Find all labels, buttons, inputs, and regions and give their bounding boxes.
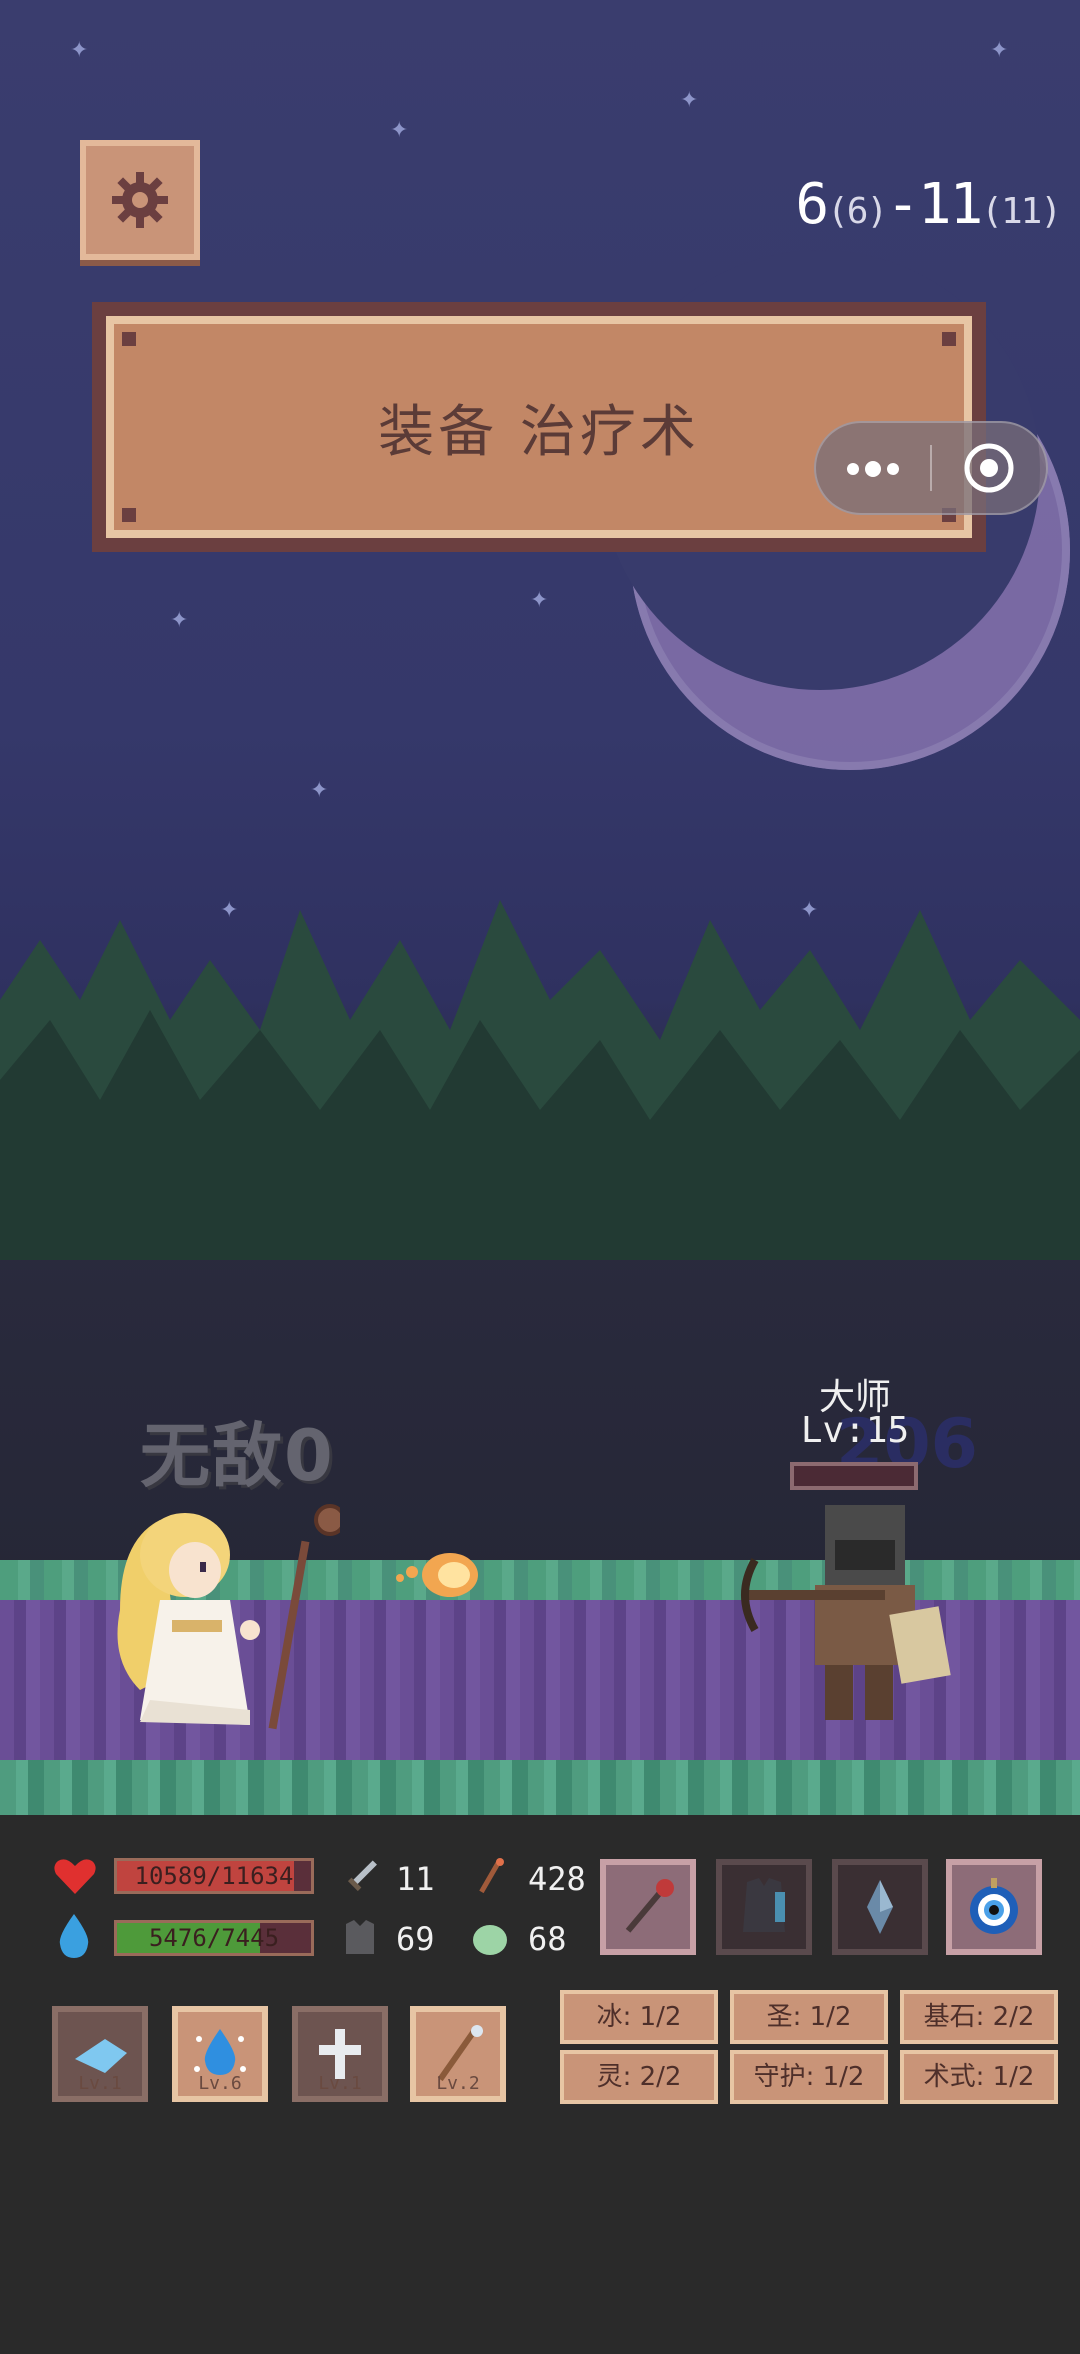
mini-program-capsule <box>814 421 1048 515</box>
star: ✦ <box>170 608 189 633</box>
tag-cornerstone: 基石: 2/2 <box>900 1990 1058 2044</box>
equipment-slot-armor[interactable] <box>716 1859 812 1955</box>
mp-text: 5476/7445 <box>148 1924 280 1952</box>
star: ✦ <box>310 778 329 803</box>
gear-icon <box>112 172 168 228</box>
star: ✦ <box>390 118 409 143</box>
pine-forest <box>0 900 1080 1260</box>
skill-slot-water-drop[interactable]: Lv.6 <box>172 2006 268 2102</box>
amulet-icon <box>970 1878 1018 1934</box>
skill-slot-staff[interactable]: Lv.2 <box>410 2006 506 2102</box>
water-drop-icon <box>59 1914 89 1958</box>
enemy-level: Lv:15 <box>800 1410 910 1451</box>
grass-strip-bottom <box>0 1760 1080 1815</box>
stage-sub: 11 <box>917 172 983 237</box>
skill-level: Lv.1 <box>78 2073 122 2094</box>
enemy-health-bar <box>790 1462 918 1490</box>
armor-icon <box>743 1878 785 1932</box>
star: ✦ <box>990 38 1009 63</box>
skill-level: Lv.2 <box>436 2073 480 2094</box>
mp-bar: 5476/7445 <box>114 1920 314 1956</box>
heart-icon <box>54 1859 96 1894</box>
staff-icon <box>625 1879 674 1933</box>
defense-value: 69 <box>396 1920 435 1958</box>
attack-value: 11 <box>396 1860 435 1898</box>
hp-text: 10589/11634 <box>134 1862 294 1890</box>
stage-indicator: 6(6)-11(11) <box>795 172 1062 237</box>
tag-spellform: 术式: 1/2 <box>900 2050 1058 2104</box>
settings-button[interactable] <box>80 140 200 260</box>
equipment-slot-amulet[interactable] <box>946 1859 1042 1955</box>
slime-orb-icon <box>473 1925 507 1955</box>
more-dots-icon <box>847 461 899 477</box>
stage-sub-sub: (11) <box>981 191 1062 232</box>
tag-guardian: 守护: 1/2 <box>730 2050 888 2104</box>
armor-stat-icon <box>346 1920 374 1954</box>
more-button[interactable] <box>816 448 930 488</box>
tag-spirit: 灵: 2/2 <box>560 2050 718 2104</box>
skill-slot-ice-shard[interactable]: Lv.1 <box>52 2006 148 2102</box>
crossbowman-enemy-sprite <box>741 1505 951 1720</box>
fireball-projectile <box>396 1553 478 1597</box>
equipment-slot-staff[interactable] <box>600 1859 696 1955</box>
stage-main-sub: (6) <box>827 191 888 232</box>
hp-bar: 10589/11634 <box>114 1858 314 1894</box>
magic-defense-value: 68 <box>528 1920 567 1958</box>
banner-text: 装备 治疗术 <box>378 399 700 465</box>
wand-icon <box>479 1858 504 1894</box>
tag-ice: 冰: 1/2 <box>560 1990 718 2044</box>
magic-attack-value: 428 <box>528 1860 586 1898</box>
target-icon <box>964 443 1014 493</box>
sword-icon <box>347 1860 377 1892</box>
skill-level: Lv.1 <box>318 2073 362 2094</box>
crystal-icon <box>867 1880 893 1934</box>
stage-main: 6 <box>795 172 829 237</box>
skill-slot-holy-cross[interactable]: Lv.1 <box>292 2006 388 2102</box>
star: ✦ <box>70 38 89 63</box>
invincible-counter: 无敌0 <box>140 1415 335 1497</box>
mage-hero-sprite <box>117 1504 340 1730</box>
star: ✦ <box>530 588 549 613</box>
tag-holy: 圣: 1/2 <box>730 1990 888 2044</box>
equipment-slot-crystal[interactable] <box>832 1859 928 1955</box>
star: ✦ <box>680 88 699 113</box>
stage-dash: - <box>886 172 920 237</box>
skill-level: Lv.6 <box>198 2073 242 2094</box>
close-button[interactable] <box>932 441 1046 495</box>
